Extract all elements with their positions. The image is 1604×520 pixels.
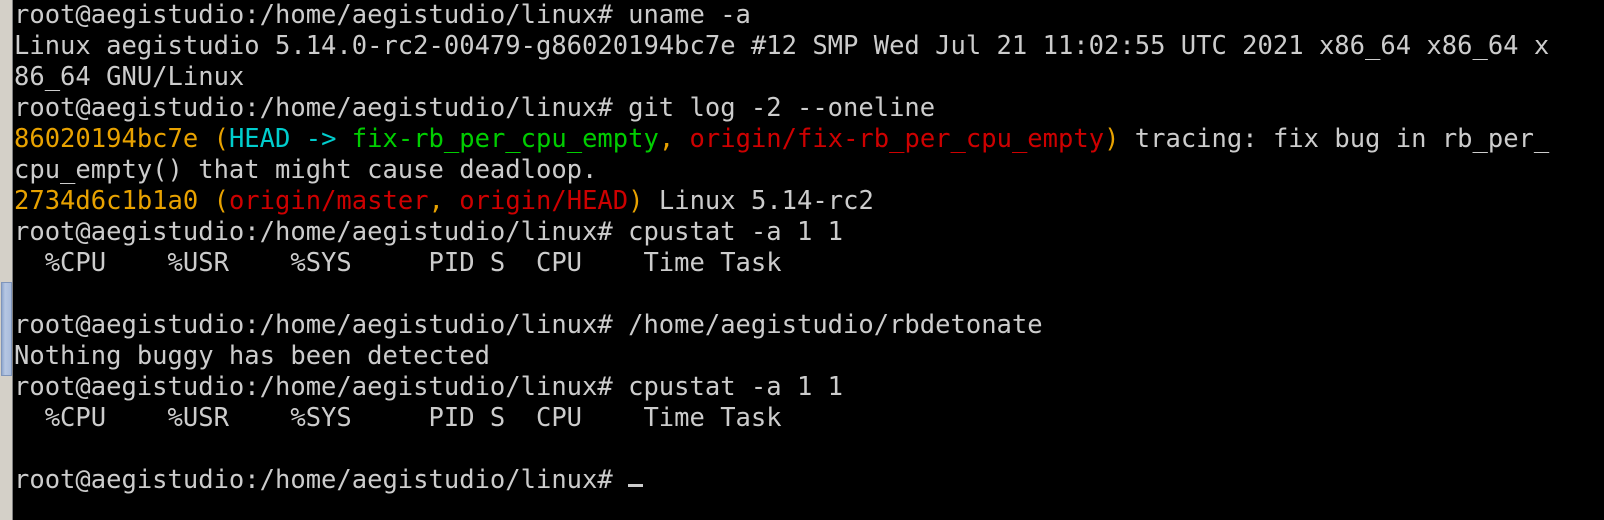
text-segment: root@aegistudio:/home/aegistudio/linux# [14,0,629,30]
text-segment: root@aegistudio:/home/aegistudio/linux# [14,372,629,402]
scrollbar-thumb[interactable] [1,282,12,376]
text-segment: root@aegistudio:/home/aegistudio/linux# [14,217,629,247]
text-segment [14,434,29,464]
terminal-line-blank [14,434,1604,465]
text-segment: cpu_empty() that might cause deadloop. [14,155,598,185]
terminal-line-command: root@aegistudio:/home/aegistudio/linux# … [14,310,1604,341]
text-segment: ) [1104,124,1120,154]
terminal-line-git-log-entry: 86020194bc7e (HEAD -> fix-rb_per_cpu_emp… [14,124,1604,155]
text-segment: git log -2 --oneline [628,93,936,123]
text-segment: ( [213,124,229,154]
text-segment: origin/fix-rb_per_cpu_empty [689,124,1105,154]
terminal-line-output-wrap: 86_64 GNU/Linux [14,62,1604,93]
text-segment: , [658,124,690,154]
terminal-line-output: Nothing buggy has been detected [14,341,1604,372]
text-segment: tracing: fix bug in rb_per_ [1119,124,1550,154]
terminal-line-command: root@aegistudio:/home/aegistudio/linux# … [14,93,1604,124]
text-segment: HEAD -> [228,124,352,154]
text-cursor [628,484,644,487]
text-segment: , [428,186,460,216]
text-segment: Nothing buggy has been detected [14,341,490,371]
text-segment: cpustat -a 1 1 [628,217,844,247]
terminal-line-output-wrap: cpu_empty() that might cause deadloop. [14,155,1604,186]
text-segment [198,186,213,216]
text-segment: root@aegistudio:/home/aegistudio/linux# [14,93,629,123]
text-segment: root@aegistudio:/home/aegistudio/linux# [14,310,629,340]
text-segment: /home/aegistudio/rbdetonate [628,310,1043,340]
text-segment: 2734d6c1b1a0 [14,186,199,216]
terminal-line-command: root@aegistudio:/home/aegistudio/linux# … [14,217,1604,248]
terminal-line-command: root@aegistudio:/home/aegistudio/linux# … [14,0,1604,31]
terminal-line-command: root@aegistudio:/home/aegistudio/linux# … [14,372,1604,403]
text-segment: origin/master [228,186,429,216]
text-segment: %CPU %USR %SYS PID S CPU Time Task [14,248,782,278]
terminal-line-git-log-entry: 2734d6c1b1a0 (origin/master, origin/HEAD… [14,186,1604,217]
text-segment: 86020194bc7e [14,124,199,154]
text-segment: origin/HEAD [459,186,629,216]
text-segment: ( [213,186,229,216]
text-segment: fix-rb_per_cpu_empty [351,124,659,154]
terminal-line-table-header: %CPU %USR %SYS PID S CPU Time Task [14,248,1604,279]
text-segment: 86_64 GNU/Linux [14,62,245,92]
text-segment [198,124,213,154]
terminal-screen[interactable]: root@aegistudio:/home/aegistudio/linux# … [14,0,1604,520]
terminal-line-blank [14,279,1604,310]
terminal-line-table-header: %CPU %USR %SYS PID S CPU Time Task [14,403,1604,434]
terminal-window[interactable]: root@aegistudio:/home/aegistudio/linux# … [0,0,1604,520]
text-segment: uname -a [628,0,751,30]
text-segment: Linux 5.14-rc2 [643,186,874,216]
text-segment [14,279,29,309]
text-segment: Linux aegistudio 5.14.0-rc2-00479-g86020… [14,31,1550,61]
terminal-line-output: Linux aegistudio 5.14.0-rc2-00479-g86020… [14,31,1604,62]
text-segment: root@aegistudio:/home/aegistudio/linux# [14,465,629,495]
text-segment: cpustat -a 1 1 [628,372,844,402]
text-segment: %CPU %USR %SYS PID S CPU Time Task [14,403,782,433]
terminal-line-prompt-cursor: root@aegistudio:/home/aegistudio/linux# [14,465,1604,496]
text-segment: ) [628,186,644,216]
vertical-scrollbar[interactable] [0,0,13,520]
